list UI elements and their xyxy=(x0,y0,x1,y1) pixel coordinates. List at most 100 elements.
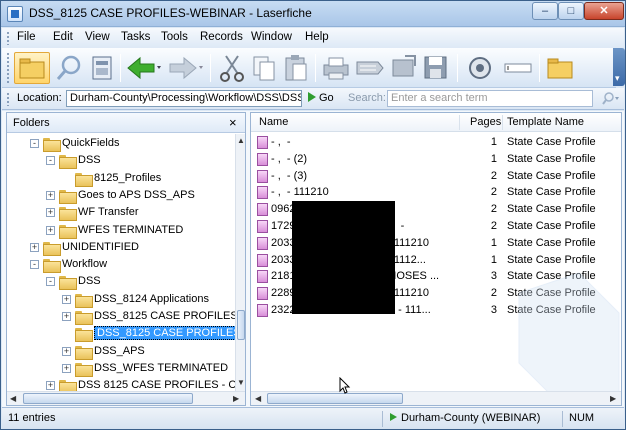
search-label: Search: xyxy=(348,92,386,104)
column-header-pages[interactable]: Pages xyxy=(470,116,501,128)
file-row[interactable]: - , - 1 State Case Profile xyxy=(251,134,611,151)
go-button[interactable]: Go xyxy=(308,92,334,104)
paste-button[interactable] xyxy=(280,52,312,84)
status-entry-count: 11 entries xyxy=(8,412,56,424)
toolbar-grip[interactable] xyxy=(6,52,10,84)
file-pages: 1 xyxy=(490,253,497,266)
scroll-right-icon[interactable]: ▶ xyxy=(233,394,239,403)
expand-icon[interactable]: + xyxy=(46,381,55,391)
tree-item[interactable]: - QuickFields xyxy=(7,135,235,152)
file-row[interactable]: - , - 111210 2 State Case Profile xyxy=(251,184,611,201)
menu-edit[interactable]: Edit xyxy=(53,31,73,43)
folder-icon xyxy=(43,138,61,152)
expand-icon[interactable]: + xyxy=(62,346,71,356)
tree-item[interactable]: + DSS_8125 CASE PROFILES xyxy=(7,308,235,325)
close-button[interactable]: ✕ xyxy=(584,2,624,20)
location-input[interactable]: Durham-County\Processing\Workflow\DSS\DS… xyxy=(66,90,302,107)
tree-item[interactable]: - Workflow xyxy=(7,256,235,274)
collapse-icon[interactable]: - xyxy=(46,156,55,166)
document-icon xyxy=(257,236,268,250)
collapse-icon[interactable]: - xyxy=(30,260,39,270)
folder-tree-horizontal-scrollbar[interactable]: ◀ ▶ xyxy=(7,391,245,405)
tree-item[interactable]: + Goes to APS DSS_APS xyxy=(7,187,235,204)
title-bar[interactable]: DSS_8125 CASE PROFILES-WEBINAR - Laserfi… xyxy=(1,1,625,27)
copy-button[interactable] xyxy=(248,52,280,84)
collapse-icon[interactable]: - xyxy=(30,139,39,148)
expand-icon[interactable]: + xyxy=(46,208,55,218)
search-submit-button[interactable] xyxy=(594,90,622,107)
maximize-button[interactable]: □ xyxy=(558,2,584,20)
expand-icon[interactable]: + xyxy=(46,225,55,235)
search-input[interactable]: Enter a search term xyxy=(387,90,593,107)
menu-tools[interactable]: Tools xyxy=(161,31,188,43)
file-pages: 3 xyxy=(490,304,497,316)
redaction-block xyxy=(292,201,395,314)
scroll-right-icon[interactable]: ▶ xyxy=(610,394,616,403)
scroll-thumb[interactable] xyxy=(23,393,193,404)
tree-item[interactable]: + DSS_WFES TERMINATED xyxy=(7,360,235,377)
folder-icon xyxy=(75,172,93,187)
scroll-thumb[interactable] xyxy=(267,393,403,404)
tree-item[interactable]: + UNIDENTIFIED xyxy=(7,239,235,256)
expand-icon[interactable]: + xyxy=(62,294,71,304)
print-button[interactable] xyxy=(320,52,352,84)
forward-button[interactable] xyxy=(166,52,206,84)
minimize-button[interactable]: – xyxy=(532,2,558,20)
metadata-button[interactable] xyxy=(86,52,118,84)
save-button[interactable] xyxy=(420,52,452,84)
scroll-left-icon[interactable]: ◀ xyxy=(10,394,16,403)
status-divider xyxy=(562,411,563,427)
menu-window[interactable]: Window xyxy=(251,31,292,43)
close-icon[interactable]: × xyxy=(229,115,237,130)
tree-item[interactable]: DSS_8125 CASE PROFILES xyxy=(7,325,235,343)
collapse-icon[interactable]: - xyxy=(46,277,55,287)
file-template-name: State Case Profile xyxy=(507,203,596,216)
folder-icon xyxy=(59,155,77,170)
tree-item[interactable]: + DSS_8124 Applications xyxy=(7,291,235,308)
menu-records[interactable]: Records xyxy=(200,31,243,43)
column-divider[interactable] xyxy=(502,115,503,130)
tree-item[interactable]: 8125_Profiles xyxy=(7,170,235,187)
document-icon xyxy=(257,287,268,301)
column-divider[interactable] xyxy=(459,115,460,130)
send-button[interactable] xyxy=(354,52,386,84)
menu-view[interactable]: View xyxy=(85,31,110,43)
folder-tree-vertical-scrollbar[interactable]: ▲ ▼ xyxy=(235,134,245,391)
expand-icon[interactable]: + xyxy=(46,190,55,200)
scroll-down-icon[interactable]: ▼ xyxy=(237,378,245,387)
expand-icon[interactable]: + xyxy=(62,363,71,373)
menu-file[interactable]: File xyxy=(17,31,36,43)
search-button[interactable] xyxy=(54,52,86,84)
tree-item[interactable]: + WFES TERMINATED xyxy=(7,222,235,239)
back-button[interactable] xyxy=(124,52,164,84)
scroll-up-icon[interactable]: ▲ xyxy=(237,136,245,145)
toolbar-overflow-button[interactable] xyxy=(613,48,625,86)
folder-icon xyxy=(75,328,93,343)
cut-button[interactable] xyxy=(216,52,248,84)
expand-icon[interactable]: + xyxy=(30,242,39,252)
export-button[interactable] xyxy=(388,52,420,84)
rename-button[interactable] xyxy=(502,52,534,84)
expand-icon[interactable]: + xyxy=(62,312,71,321)
properties-button[interactable] xyxy=(464,52,496,84)
file-row[interactable]: - , - (2) 1 State Case Profile xyxy=(251,151,611,168)
status-repository: Durham-County (WEBINAR) xyxy=(390,412,540,424)
file-list-horizontal-scrollbar[interactable]: ◀ ▶ xyxy=(251,391,621,405)
new-folder-button[interactable] xyxy=(544,52,576,84)
menu-help[interactable]: Help xyxy=(305,31,329,43)
folder-view-button[interactable] xyxy=(14,52,50,84)
menu-tasks[interactable]: Tasks xyxy=(121,31,150,43)
scroll-left-icon[interactable]: ◀ xyxy=(255,394,261,403)
tree-item-label: WFES TERMINATED xyxy=(78,223,184,236)
tree-item[interactable]: + DSS_APS xyxy=(7,343,235,360)
scroll-thumb[interactable] xyxy=(237,310,245,340)
column-header-template[interactable]: Template Name xyxy=(507,116,584,128)
tree-item[interactable]: - DSS xyxy=(7,152,235,170)
menubar-grip[interactable] xyxy=(6,31,10,45)
file-row[interactable]: - , - (3) 2 State Case Profile xyxy=(251,168,611,185)
tree-item[interactable]: + DSS 8125 CASE PROFILES - C xyxy=(7,377,235,391)
column-header-name[interactable]: Name xyxy=(259,116,288,128)
tree-item[interactable]: - DSS xyxy=(7,273,235,291)
locationbar-grip[interactable] xyxy=(6,92,10,106)
tree-item[interactable]: + WF Transfer xyxy=(7,204,235,222)
